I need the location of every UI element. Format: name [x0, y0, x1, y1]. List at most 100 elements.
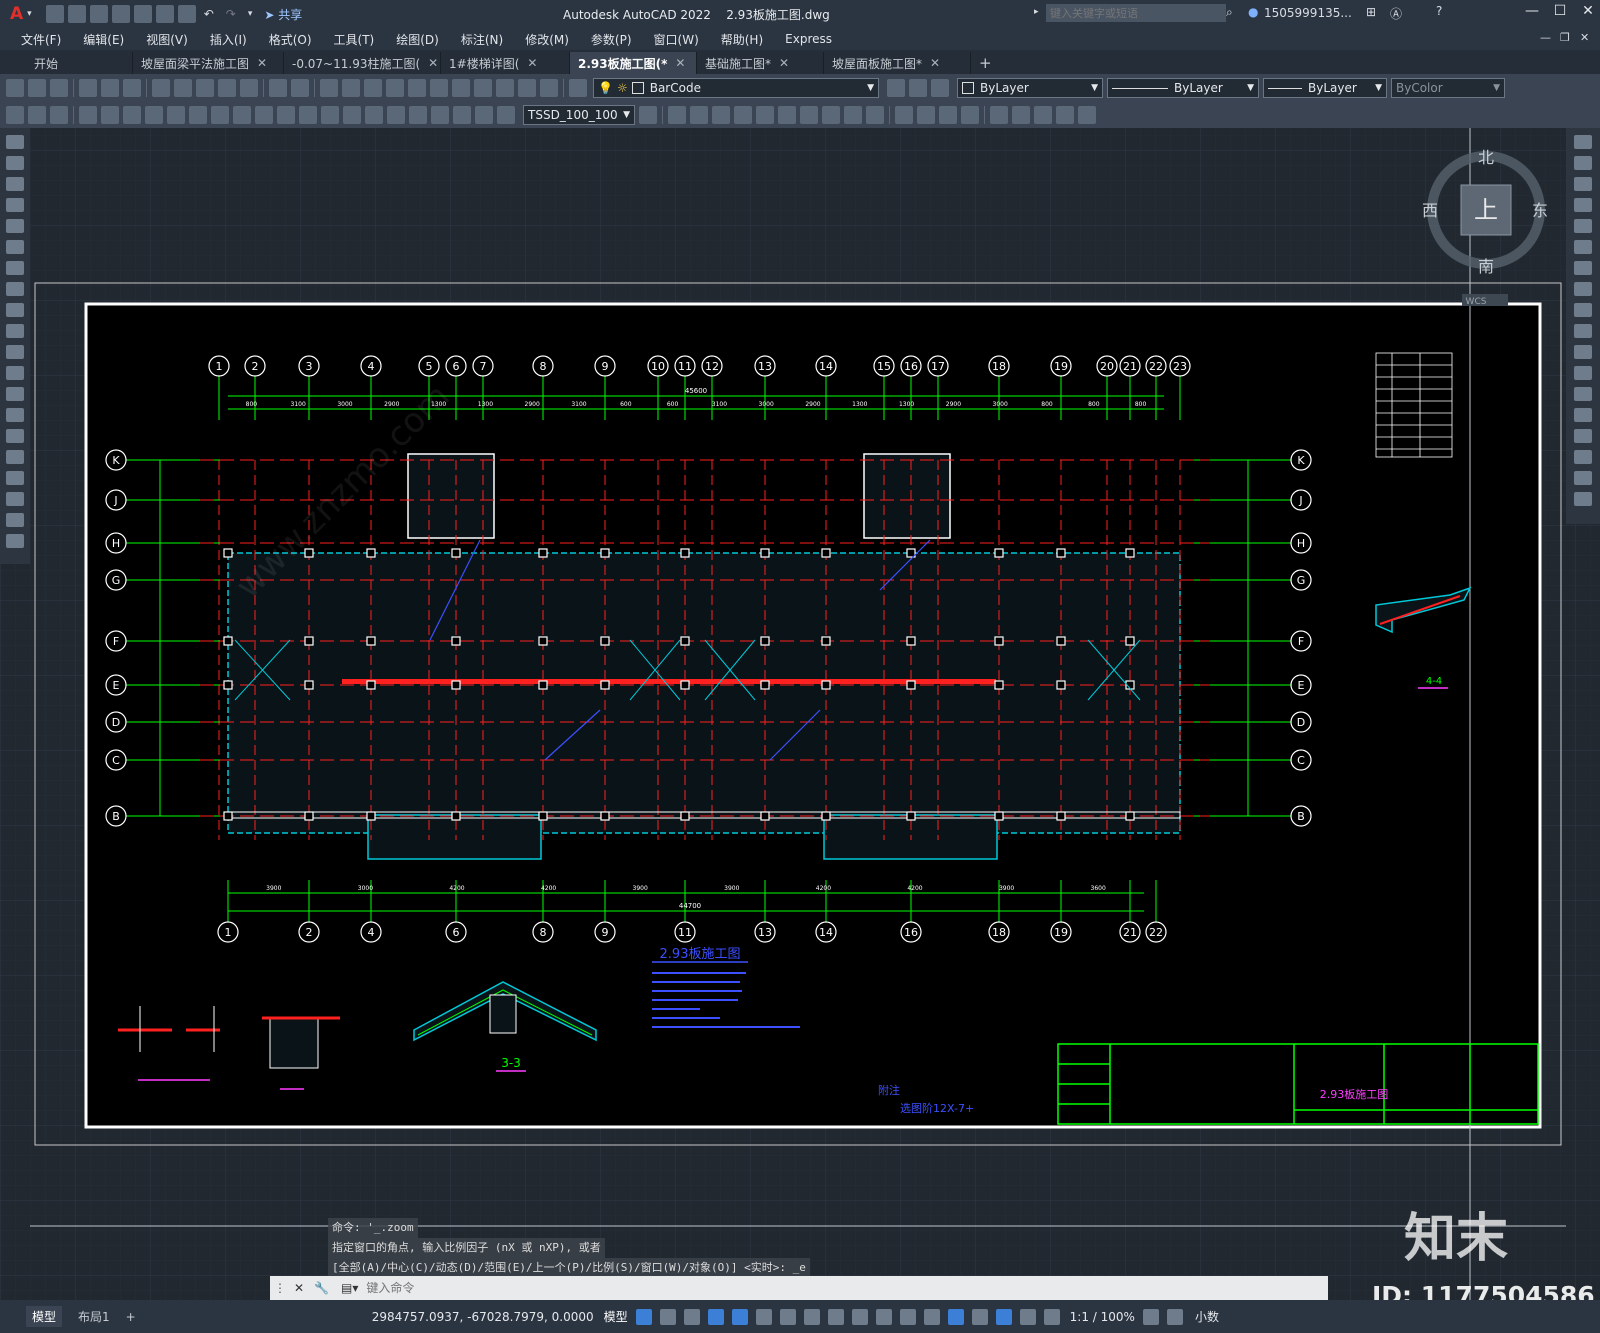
isodraft-icon[interactable]: [779, 1308, 796, 1325]
menu-tools[interactable]: 工具(T): [323, 31, 386, 48]
line-icon[interactable]: [6, 135, 24, 149]
rotate-icon[interactable]: [1574, 261, 1592, 275]
markup-icon[interactable]: [496, 79, 514, 97]
rectangle-icon[interactable]: [6, 219, 24, 233]
model-tab[interactable]: 模型: [26, 1306, 63, 1327]
layer-properties-icon[interactable]: [569, 79, 587, 97]
viewcube-east[interactable]: 东: [1532, 201, 1548, 220]
tab-foundation[interactable]: 基础施工图* ✕: [697, 52, 824, 74]
dimedit-icon[interactable]: [453, 106, 471, 124]
cut-icon[interactable]: [152, 79, 170, 97]
construction-line-icon[interactable]: [6, 156, 24, 170]
quick-dimension-icon[interactable]: [255, 106, 273, 124]
tssd-icon[interactable]: [6, 106, 24, 124]
tab-roof-slab[interactable]: 坡屋面板施工图* ✕: [824, 52, 971, 74]
solid-icon[interactable]: [844, 106, 862, 124]
make-current-layer-icon[interactable]: [887, 79, 905, 97]
continue-icon[interactable]: [299, 106, 317, 124]
revcloud-icon[interactable]: [6, 282, 24, 296]
solid-icon[interactable]: [800, 106, 818, 124]
table-icon[interactable]: [6, 492, 24, 506]
view-icon[interactable]: [1056, 106, 1074, 124]
center-mark-icon[interactable]: [387, 106, 405, 124]
new-tab-button[interactable]: +: [971, 52, 1000, 74]
lineweight-dropdown[interactable]: ByLayer ▼: [1263, 78, 1387, 98]
new-icon[interactable]: [6, 79, 24, 97]
render-icon[interactable]: [961, 106, 979, 124]
solid-icon[interactable]: [822, 106, 840, 124]
dimtedit-icon[interactable]: [475, 106, 493, 124]
mtext-icon[interactable]: [6, 513, 24, 527]
point-icon[interactable]: [6, 408, 24, 422]
redo-icon[interactable]: ↷: [226, 7, 236, 21]
object-snap-icon[interactable]: [827, 1308, 844, 1325]
menu-format[interactable]: 格式(O): [258, 31, 323, 48]
break-icon[interactable]: [343, 106, 361, 124]
doc-close-button[interactable]: ✕: [1580, 31, 1589, 44]
dimupdate-icon[interactable]: [497, 106, 515, 124]
block-editor-icon[interactable]: [240, 79, 258, 97]
render-icon[interactable]: [939, 106, 957, 124]
new-icon[interactable]: [45, 5, 64, 23]
ordinate-icon[interactable]: [145, 106, 163, 124]
jog-line-icon[interactable]: [431, 106, 449, 124]
command-input[interactable]: [364, 1277, 1328, 1299]
layer-sun-icon[interactable]: ☼: [617, 81, 628, 95]
menu-express[interactable]: Express: [774, 32, 843, 46]
region-icon[interactable]: [6, 471, 24, 485]
spline-icon[interactable]: [6, 303, 24, 317]
layer-previous-icon[interactable]: [909, 79, 927, 97]
solid-icon[interactable]: [734, 106, 752, 124]
search-input[interactable]: [1046, 4, 1226, 22]
copy-icon[interactable]: [174, 79, 192, 97]
render-icon[interactable]: [895, 106, 913, 124]
menu-view[interactable]: 视图(V): [135, 31, 199, 48]
doc-restore-button[interactable]: ❐: [1560, 31, 1570, 44]
lineweight-icon[interactable]: [851, 1308, 868, 1325]
trim-icon[interactable]: [1574, 324, 1592, 338]
tab-slab-293[interactable]: 2.93板施工图(* ✕: [570, 52, 697, 74]
auto-scale-icon[interactable]: [1043, 1308, 1060, 1325]
customize-icon[interactable]: ▾: [248, 9, 253, 19]
zoom-previous-icon[interactable]: [386, 79, 404, 97]
layer-state-icon[interactable]: [931, 79, 949, 97]
add-selected-icon[interactable]: [6, 534, 24, 548]
close-tab-icon[interactable]: ✕: [930, 56, 940, 70]
publish-icon[interactable]: [123, 79, 141, 97]
object-snap-tracking-icon[interactable]: [803, 1308, 820, 1325]
sheet-set-icon[interactable]: [474, 79, 492, 97]
properties-icon[interactable]: [408, 79, 426, 97]
scale-icon[interactable]: [1574, 282, 1592, 296]
app-menu-chevron-icon[interactable]: ▾: [27, 9, 32, 19]
fillet-icon[interactable]: [1574, 450, 1592, 464]
close-command-icon[interactable]: ✕: [294, 1281, 304, 1295]
make-block-icon[interactable]: [6, 387, 24, 401]
viewcube-south[interactable]: 南: [1478, 257, 1494, 276]
redo-icon[interactable]: [291, 79, 309, 97]
close-tab-icon[interactable]: ✕: [527, 56, 537, 70]
expand-search-icon[interactable]: ▸: [1034, 7, 1039, 17]
menu-window[interactable]: 窗口(W): [643, 31, 710, 48]
preview-icon[interactable]: [101, 79, 119, 97]
save-as-icon[interactable]: [111, 5, 130, 23]
viewcube-north[interactable]: 北: [1478, 148, 1494, 167]
app-logo-icon[interactable]: A: [10, 4, 23, 24]
menu-insert[interactable]: 插入(I): [199, 31, 258, 48]
tssd-icon[interactable]: [28, 106, 46, 124]
linetype-dropdown[interactable]: ByLayer ▼: [1107, 78, 1259, 98]
add-layout-button[interactable]: +: [126, 1310, 136, 1324]
move-icon[interactable]: [1574, 240, 1592, 254]
menu-help[interactable]: 帮助(H): [710, 31, 774, 48]
ellipse-arc-icon[interactable]: [6, 345, 24, 359]
dynamic-input-icon[interactable]: [707, 1308, 724, 1325]
solid-icon[interactable]: [756, 106, 774, 124]
open-web-icon[interactable]: [133, 5, 152, 23]
menu-dimension[interactable]: 标注(N): [450, 31, 514, 48]
circle-icon[interactable]: [6, 261, 24, 275]
help-icon[interactable]: [540, 79, 558, 97]
menu-edit[interactable]: 编辑(E): [72, 31, 135, 48]
menu-draw[interactable]: 绘图(D): [385, 31, 450, 48]
viewcube-west[interactable]: 西: [1422, 201, 1438, 220]
save-icon[interactable]: [89, 5, 108, 23]
break-icon[interactable]: [1574, 387, 1592, 401]
